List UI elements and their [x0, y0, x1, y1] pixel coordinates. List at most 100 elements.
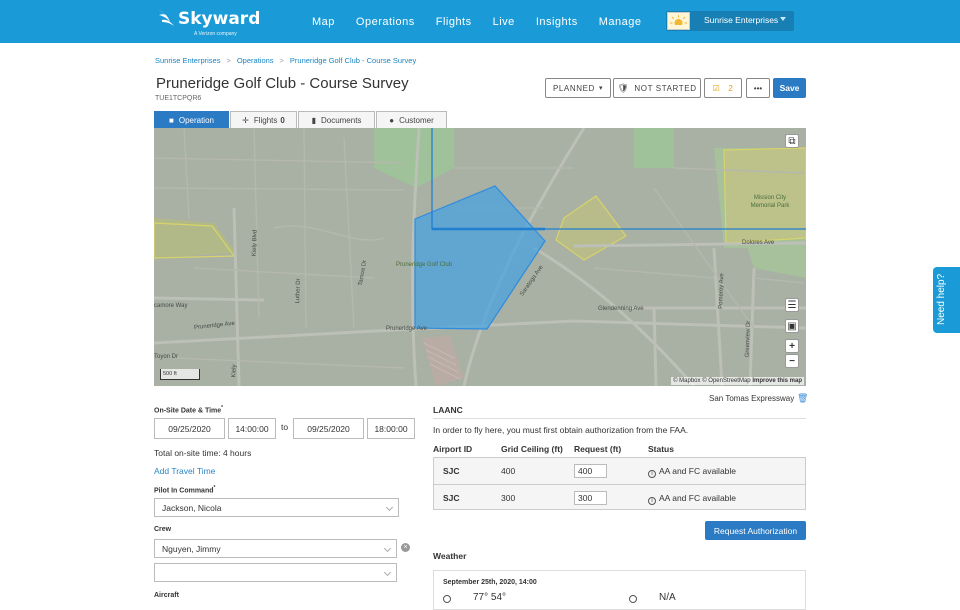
end-time-input[interactable]: 18:00:00	[367, 418, 415, 439]
pic-select[interactable]: Jackson, Nicola	[154, 498, 399, 517]
operation-tabs: ■ Operation ✛ Flights 0 ▮ Documents ● Cu…	[154, 111, 448, 129]
wind-icon	[629, 595, 637, 603]
status-label: PLANNED	[552, 83, 595, 93]
person-icon: ●	[389, 116, 395, 125]
operation-id: TUE1TCPQR6	[155, 95, 202, 102]
laanc-description: In order to fly here, you must first obt…	[433, 425, 689, 435]
divider	[433, 418, 806, 419]
checklist-count: 2	[728, 83, 734, 93]
zoom-in-icon[interactable]: +	[785, 339, 799, 353]
layers-icon[interactable]: ☰	[785, 298, 799, 312]
need-help-tab[interactable]: Need help?	[933, 267, 960, 333]
sun-icon	[443, 595, 451, 603]
col-request: Request (ft)	[574, 444, 622, 454]
checklist-button[interactable]: ☑ 2	[704, 78, 742, 98]
tab-label: Customer	[399, 116, 434, 125]
crew-select-empty[interactable]	[154, 563, 397, 582]
nav-map[interactable]: Map	[312, 16, 335, 28]
laanc-table: SJC 400 400 i AA and FC available SJC 300…	[433, 457, 806, 510]
aircraft-label: Aircraft	[154, 592, 179, 599]
map-attribution: © Mapbox © OpenStreetMap Improve this ma…	[671, 377, 804, 385]
map-label-golf: Pruneridge Golf Club	[396, 262, 453, 268]
attribution-osm[interactable]: © OpenStreetMap	[702, 378, 750, 384]
map-label-dolores: Dolores Ave	[742, 240, 775, 246]
total-onsite-time: Total on-site time: 4 hours	[154, 448, 252, 458]
save-button[interactable]: Save	[773, 78, 806, 98]
org-logo-icon	[667, 12, 690, 30]
chevron-down-icon: ▾	[598, 85, 604, 92]
map-view[interactable]: Pruneridge Golf Club Mission City Memori…	[154, 128, 806, 386]
progress-label: NOT STARTED	[634, 83, 697, 93]
nav-operations[interactable]: Operations	[356, 16, 415, 28]
nav-insights[interactable]: Insights	[536, 16, 578, 28]
zoom-out-icon[interactable]: −	[785, 354, 799, 368]
tab-flights[interactable]: ✛ Flights 0	[230, 111, 297, 129]
tab-label: Documents	[320, 116, 362, 125]
nav-flights[interactable]: Flights	[436, 16, 472, 28]
chevron-down-icon	[385, 503, 394, 512]
trash-icon[interactable]: 🗑	[797, 393, 808, 403]
request-authorization-button[interactable]: Request Authorization	[705, 521, 806, 540]
table-row: SJC 400 400 i AA and FC available	[434, 458, 805, 484]
org-switcher[interactable]: Sunrise Enterprises	[666, 11, 794, 31]
top-nav-bar: Skyward A Verizon company Map Operations…	[0, 0, 960, 43]
map-scale: 500 ft	[160, 369, 200, 380]
breadcrumb-current[interactable]: Pruneridge Golf Club - Course Survey	[290, 56, 416, 65]
start-time-input[interactable]: 14:00:00	[228, 418, 276, 439]
weather-card: September 25th, 2020, 14:00 77° 54° N/A	[433, 570, 806, 610]
request-input[interactable]: 400	[574, 464, 607, 478]
grid-ceiling: 300	[501, 493, 516, 503]
layers-toggle-icon[interactable]: ⧉	[785, 134, 799, 148]
pic-label: Pilot In Command*	[154, 485, 216, 495]
weather-date: September 25th, 2020, 14:00	[443, 579, 537, 586]
nav-manage[interactable]: Manage	[599, 16, 642, 28]
clear-crew-icon[interactable]: ×	[401, 543, 410, 552]
crew-value: Nguyen, Jimmy	[162, 543, 221, 554]
weather-temp: 77° 54°	[473, 592, 507, 603]
main-nav: Map Operations Flights Live Insights Man…	[312, 0, 663, 43]
tab-customer[interactable]: ● Customer	[376, 111, 447, 129]
brand-tagline: A Verizon company	[194, 31, 237, 37]
map-canvas	[154, 128, 806, 386]
more-icon: •••	[753, 83, 763, 93]
tab-documents[interactable]: ▮ Documents	[298, 111, 375, 129]
skyward-logo[interactable]: Skyward A Verizon company	[156, 6, 260, 38]
map-label-camore: camore Way	[154, 303, 188, 309]
start-date-input[interactable]: 09/25/2020	[154, 418, 225, 439]
more-button[interactable]: •••	[746, 78, 770, 98]
fullscreen-icon[interactable]: ▣	[785, 319, 799, 333]
airport-id: SJC	[443, 493, 460, 503]
onsite-label: On-Site Date & Time*	[154, 405, 224, 415]
status-cell: i AA and FC available	[648, 493, 736, 505]
airport-id: SJC	[443, 466, 460, 476]
status-dropdown[interactable]: PLANNED ▾	[545, 78, 611, 98]
improve-map-link[interactable]: Improve this map	[752, 378, 802, 384]
breadcrumb-separator: >	[279, 56, 284, 65]
org-name: Sunrise Enterprises	[704, 15, 779, 25]
need-help-label: Need help?	[936, 273, 947, 325]
nav-live[interactable]: Live	[493, 16, 515, 28]
breadcrumb-separator: >	[226, 56, 231, 65]
weather-title: Weather	[433, 551, 467, 561]
tab-label: Operation	[178, 116, 214, 125]
attribution-mapbox[interactable]: © Mapbox	[673, 378, 700, 384]
table-row: SJC 300 300 i AA and FC available	[434, 484, 805, 510]
to-label: to	[281, 422, 289, 432]
brand-name: Skyward	[178, 9, 261, 29]
info-icon: i	[648, 497, 656, 505]
request-input[interactable]: 300	[574, 491, 607, 505]
crew-select[interactable]: Nguyen, Jimmy	[154, 539, 397, 558]
weather-wind: N/A	[659, 592, 676, 603]
map-label-pruneridge-east: Pruneridge Ave	[386, 326, 427, 332]
map-label-luther: Luther Dr	[295, 278, 302, 304]
progress-button[interactable]: 🛡 NOT STARTED	[613, 78, 701, 98]
breadcrumb-operations[interactable]: Operations	[237, 56, 274, 65]
crew-label: Crew	[154, 526, 172, 533]
tab-operation[interactable]: ■ Operation	[154, 111, 229, 129]
map-label-pomeroy: Pomeroy Ave	[718, 273, 726, 309]
chevron-down-icon	[383, 544, 392, 553]
add-travel-time-link[interactable]: Add Travel Time	[154, 466, 215, 476]
end-date-input[interactable]: 09/25/2020	[293, 418, 364, 439]
breadcrumb-org[interactable]: Sunrise Enterprises	[155, 56, 220, 65]
checklist-icon: ☑	[712, 83, 721, 93]
